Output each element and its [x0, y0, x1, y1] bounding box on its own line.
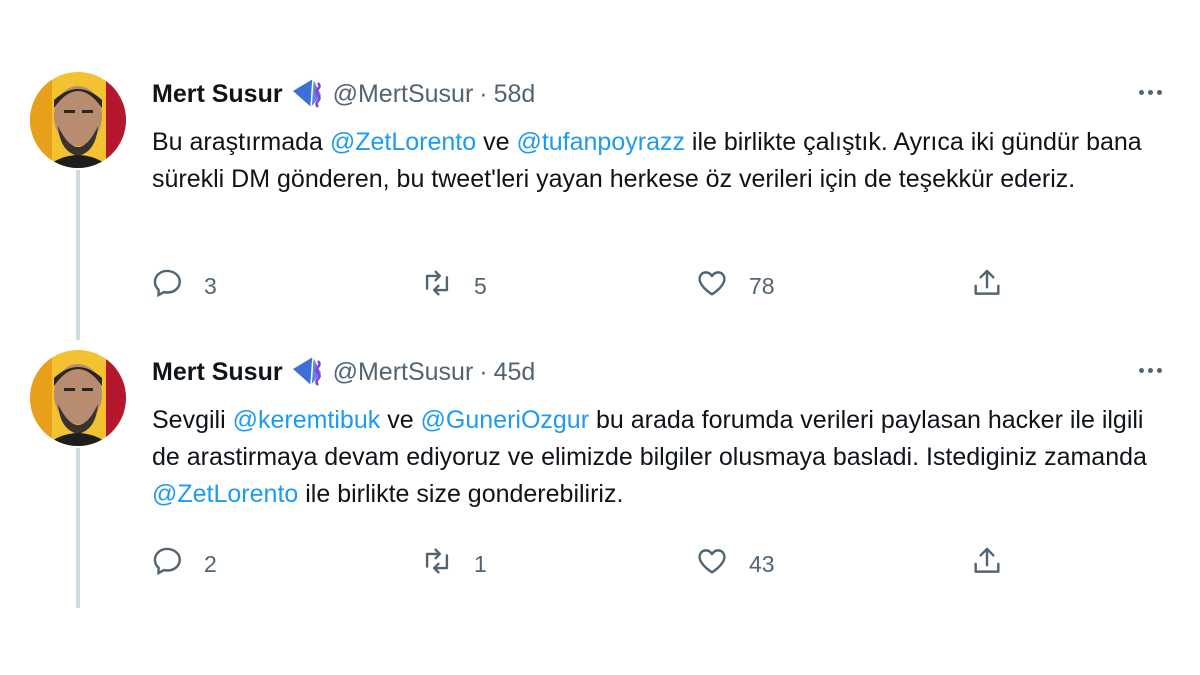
share-icon — [970, 266, 1004, 306]
tweet-header: Mert Susur @MertSusur · 58d — [152, 76, 535, 112]
retweet-button[interactable]: 5 — [420, 266, 487, 306]
like-count: 43 — [749, 550, 775, 577]
share-button[interactable] — [970, 544, 1004, 584]
tweet-text: Sevgili @keremtibuk ve @GuneriOzgur bu a… — [152, 402, 1162, 513]
author-handle[interactable]: @MertSusur — [333, 80, 474, 109]
tweet[interactable]: Mert Susur @MertSusur · 58d Bu araştırma… — [0, 72, 1200, 322]
action-bar: 3 5 78 — [0, 266, 1200, 306]
avatar[interactable] — [30, 350, 126, 446]
like-button[interactable]: 78 — [695, 266, 775, 306]
tweet[interactable]: Mert Susur @MertSusur · 45d Sevgili @ker… — [0, 350, 1200, 600]
retweet-icon — [420, 544, 454, 584]
more-options-icon[interactable] — [1130, 82, 1170, 102]
share-button[interactable] — [970, 266, 1004, 306]
timestamp[interactable]: 58d — [494, 80, 536, 109]
mention-link[interactable]: @tufanpoyrazz — [516, 128, 685, 156]
separator-dot: · — [479, 357, 488, 386]
reply-count: 3 — [204, 272, 217, 299]
heart-icon — [695, 266, 729, 306]
author-handle[interactable]: @MertSusur — [333, 358, 474, 387]
reply-button[interactable]: 3 — [150, 266, 217, 306]
retweet-count: 5 — [474, 272, 487, 299]
mention-link[interactable]: @ZetLorento — [152, 480, 298, 508]
mention-link[interactable]: @ZetLorento — [330, 128, 476, 156]
like-count: 78 — [749, 272, 775, 299]
tweet-text-segment: Bu araştırmada — [152, 128, 330, 156]
kite-badge-icon — [291, 355, 325, 389]
tweet-text-segment: Sevgili — [152, 406, 233, 434]
reply-button[interactable]: 2 — [150, 544, 217, 584]
share-icon — [970, 544, 1004, 584]
kite-badge-icon — [291, 77, 325, 111]
retweet-button[interactable]: 1 — [420, 544, 487, 584]
heart-icon — [695, 544, 729, 584]
tweet-text-segment: ile birlikte size gonderebiliriz. — [298, 480, 624, 508]
avatar[interactable] — [30, 72, 126, 168]
more-options-icon[interactable] — [1130, 360, 1170, 380]
retweet-count: 1 — [474, 550, 487, 577]
retweet-icon — [420, 266, 454, 306]
reply-icon — [150, 266, 184, 306]
mention-link[interactable]: @keremtibuk — [233, 406, 381, 434]
timestamp[interactable]: 45d — [494, 358, 536, 387]
action-bar: 2 1 43 — [0, 544, 1200, 584]
author-name[interactable]: Mert Susur — [152, 80, 283, 109]
tweet-text-segment: ve — [476, 128, 517, 156]
reply-icon — [150, 544, 184, 584]
tweet-text: Bu araştırmada @ZetLorento ve @tufanpoyr… — [152, 124, 1162, 198]
tweet-header: Mert Susur @MertSusur · 45d — [152, 354, 535, 390]
mention-link[interactable]: @GuneriOzgur — [421, 406, 590, 434]
author-name[interactable]: Mert Susur — [152, 358, 283, 387]
separator-dot: · — [479, 79, 488, 108]
tweet-text-segment: ve — [380, 406, 421, 434]
reply-count: 2 — [204, 550, 217, 577]
like-button[interactable]: 43 — [695, 544, 775, 584]
